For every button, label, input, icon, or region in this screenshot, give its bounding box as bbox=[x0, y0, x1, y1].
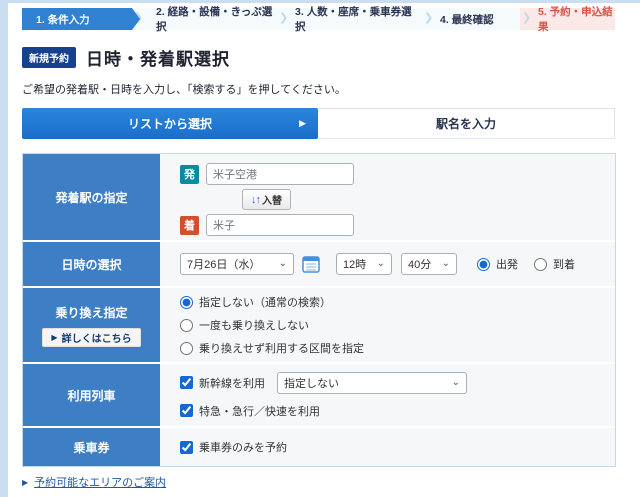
page: 1. 条件入力 ❯ 2. 経路・設備・きっぷ選択 ❯ 3. 人数・座席・乗車券選… bbox=[0, 0, 640, 497]
transfer-option-none[interactable]: 指定しない（通常の検索） bbox=[180, 294, 615, 310]
ticket-row: 乗車券 乗車券のみを予約 bbox=[23, 428, 615, 466]
area-guide: ▶ 予約可能なエリアのご案内 bbox=[22, 474, 166, 490]
step-label: 5. 予約・申込結果 bbox=[538, 4, 615, 34]
shinkansen-select[interactable]: 指定しない ⌄ bbox=[277, 372, 467, 394]
tab-select-from-list[interactable]: リストから選択 ▶ bbox=[22, 108, 318, 139]
step-separator-icon: ❯ bbox=[279, 11, 288, 24]
departure-time-radio[interactable]: 出発 bbox=[477, 256, 518, 272]
arrow-right-icon: ▶ bbox=[51, 333, 57, 342]
departure-station-input[interactable] bbox=[206, 163, 354, 185]
minute-select[interactable]: 40分 ⌄ bbox=[401, 253, 457, 275]
ticket-row-label: 乗車券 bbox=[23, 428, 160, 466]
tab-label: リストから選択 bbox=[128, 115, 212, 132]
transfer-option-no-transfer[interactable]: 一度も乗り換えしない bbox=[180, 317, 615, 333]
instruction-text: ご希望の発着駅・日時を入力し、「検索する」を押してください。 bbox=[22, 81, 346, 97]
hour-select[interactable]: 12時 ⌄ bbox=[336, 253, 392, 275]
chevron-down-icon: ⌄ bbox=[442, 261, 450, 267]
transfer-row: 乗り換え指定 ▶ 詳しくはこちら 指定しない（通常の検索） 一度も乗り換えしない bbox=[23, 288, 615, 362]
content-area: 1. 条件入力 ❯ 2. 経路・設備・きっぷ選択 ❯ 3. 人数・座席・乗車券選… bbox=[8, 3, 640, 497]
shinkansen-checkbox[interactable]: 新幹線を利用 bbox=[180, 375, 265, 391]
search-condition-form: 発着駅の指定 発 ↓↑ 入替 着 bbox=[22, 153, 616, 467]
step-label: 1. 条件入力 bbox=[36, 12, 90, 27]
transfer-details-button[interactable]: ▶ 詳しくはこちら bbox=[42, 328, 140, 347]
swap-stations-button[interactable]: ↓↑ 入替 bbox=[242, 189, 291, 210]
datetime-row-label: 日時の選択 bbox=[23, 242, 160, 286]
date-select[interactable]: 7月26日（水） ⌄ bbox=[180, 253, 294, 275]
arrow-right-icon: ▶ bbox=[299, 118, 306, 129]
reservable-area-link[interactable]: 予約可能なエリアのご案内 bbox=[34, 474, 166, 490]
transfer-row-label: 乗り換え指定 ▶ 詳しくはこちら bbox=[23, 288, 160, 362]
step-5-result: ❯ 5. 予約・申込結果 bbox=[520, 8, 615, 30]
page-header: 新規予約 日時・発着駅選択 bbox=[22, 45, 230, 70]
express-checkbox[interactable]: 特急・急行／快速を利用 bbox=[180, 403, 615, 419]
step-3-seats: ❯ 3. 人数・座席・乗車券選択 bbox=[277, 8, 422, 30]
step-1-conditions: 1. 条件入力 bbox=[22, 8, 132, 30]
step-separator-icon: ❯ bbox=[424, 11, 433, 24]
step-label: 3. 人数・座席・乗車券選択 bbox=[295, 4, 422, 34]
arrival-badge: 着 bbox=[180, 216, 199, 235]
arrival-station-input[interactable] bbox=[206, 214, 354, 236]
station-row-label: 発着駅の指定 bbox=[23, 154, 160, 240]
datetime-row: 日時の選択 7月26日（水） ⌄ bbox=[23, 242, 615, 286]
step-2-route: ❯ 2. 経路・設備・きっぷ選択 bbox=[132, 8, 277, 30]
station-input-tabs: リストから選択 ▶ 駅名を入力 bbox=[22, 108, 615, 139]
step-4-confirm: ❯ 4. 最終確認 bbox=[422, 8, 520, 30]
departure-badge: 発 bbox=[180, 165, 199, 184]
tab-enter-station-name[interactable]: 駅名を入力 bbox=[318, 108, 615, 139]
arrow-right-icon: ▶ bbox=[22, 478, 28, 487]
train-row-label: 利用列車 bbox=[23, 364, 160, 426]
transfer-option-section[interactable]: 乗り換えせず利用する区間を指定 bbox=[180, 340, 615, 356]
chevron-down-icon: ⌄ bbox=[377, 261, 385, 267]
step-label: 2. 経路・設備・きっぷ選択 bbox=[156, 4, 277, 34]
ticket-only-checkbox[interactable]: 乗車券のみを予約 bbox=[180, 439, 287, 455]
chevron-down-icon: ⌄ bbox=[279, 261, 287, 267]
step-nav: 1. 条件入力 ❯ 2. 経路・設備・きっぷ選択 ❯ 3. 人数・座席・乗車券選… bbox=[22, 8, 615, 30]
new-reservation-badge: 新規予約 bbox=[22, 47, 76, 68]
tab-label: 駅名を入力 bbox=[436, 115, 496, 132]
arrival-time-radio[interactable]: 到着 bbox=[534, 256, 575, 272]
station-row: 発着駅の指定 発 ↓↑ 入替 着 bbox=[23, 154, 615, 240]
train-row: 利用列車 新幹線を利用 指定しない ⌄ bbox=[23, 364, 615, 426]
step-separator-icon: ❯ bbox=[522, 11, 531, 24]
step-label: 4. 最終確認 bbox=[440, 12, 494, 27]
chevron-down-icon: ⌄ bbox=[452, 380, 460, 386]
page-title: 日時・発着駅選択 bbox=[86, 45, 230, 70]
calendar-icon[interactable] bbox=[302, 255, 320, 273]
swap-arrows-icon: ↓↑ bbox=[251, 194, 260, 206]
